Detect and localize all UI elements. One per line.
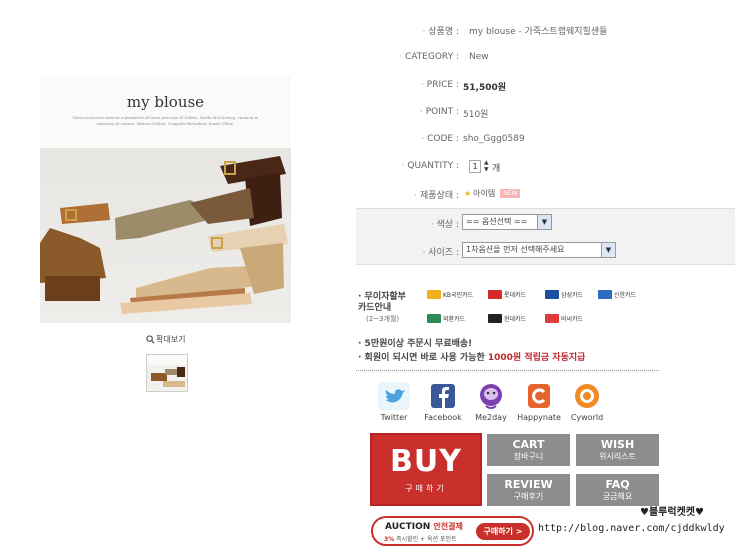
brand-title: my blouse [126,93,205,111]
category-label: CATEGORY : [368,52,459,62]
status-value: 아이템 [473,189,496,198]
faq-sub-label: 궁금해요 [602,492,633,501]
twitter-icon [378,382,410,410]
review-button[interactable]: REVIEW 구매후기 [487,474,570,506]
zoom-label: 확대보기 [156,335,186,344]
member-note-text: · 회원이 되시면 바로 사용 가능한 [358,353,488,363]
card-icon [545,290,559,299]
card-kb: KB국민카드 [427,290,473,299]
share-facebook[interactable]: Facebook [418,382,468,422]
product-thumbnail[interactable] [146,354,188,392]
card-lotte: 롯데카드 [488,290,526,299]
magnifier-icon [146,335,155,344]
product-image[interactable]: my blouse Ginocca teneva reterve a panta… [40,76,291,323]
quantity-input[interactable]: 1 [469,160,481,173]
wish-label: WISH [600,438,635,451]
card-icon [488,314,502,323]
cyworld-label: Cyworld [570,413,604,422]
faq-label: FAQ [605,478,630,491]
watermark: ♥블루럭켓켓♥ [640,507,704,518]
card-icon [598,290,612,299]
share-twitter[interactable]: Twitter [369,382,419,422]
me2day-label: Me2day [475,413,507,422]
status-label: 제품상태 : [368,188,459,201]
share-cyworld[interactable]: Cyworld [562,382,612,422]
facebook-label: Facebook [424,413,462,422]
review-sub-label: 구매후기 [513,492,544,501]
blog-url: http://blog.naver.com/cjddkwldy [538,523,725,534]
shipping-note: · 5만원이상 주문시 무료배송! [358,339,473,349]
cyworld-icon [575,384,599,408]
quantity-label: QUANTITY : [368,161,459,171]
chevron-down-icon: ▼ [537,215,551,229]
auction-title: AUCTION 안전결제 [385,522,463,532]
divider [356,370,659,371]
image-blurb: Ginocca teneva reterve a pantaloni di li… [72,115,259,126]
card-icon [427,314,441,323]
category-value: New [469,52,489,62]
size-label: 사이즈 : [368,245,459,258]
card-icon [488,290,502,299]
card-hyundai: 현대카드 [488,314,526,323]
code-label: CODE : [368,134,459,144]
quantity-unit: 개 [492,164,501,174]
cart-button[interactable]: CART 장바구니 [487,434,570,466]
auction-sub: 3% 즉시할인 + 옥션 포인트 [384,536,457,543]
cart-label: CART [512,438,545,451]
card-icon [427,290,441,299]
quantity-stepper[interactable]: ▲ ▼ [484,159,489,173]
buy-label: BUY [390,444,462,479]
share-happynate[interactable]: Happynate [514,382,564,422]
share-me2day[interactable]: Me2day [466,382,516,422]
color-select-value: == 옵션선택 == [466,217,528,226]
price-value: 51,500원 [463,83,507,93]
twitter-label: Twitter [380,413,408,422]
new-badge: NEW [500,189,521,198]
happynate-icon [528,384,550,408]
card-bc: 비씨카드 [545,314,583,323]
cart-sub-label: 장바구니 [513,452,544,461]
faq-button[interactable]: FAQ 궁금해요 [576,474,659,506]
member-note-highlight: 1000원 적립금 자동지급 [487,353,586,363]
happynate-label: Happynate [517,413,561,422]
star-icon: ★ [464,189,472,198]
price-label: PRICE : [368,80,459,90]
point-value: 510원 [463,110,489,120]
product-status: ★ 아이템 NEW [464,188,521,199]
chevron-down-icon: ▼ [601,243,615,257]
facebook-icon [431,384,455,408]
card-samsung: 삼성카드 [545,290,583,299]
color-select[interactable]: == 옵션선택 == ▼ [462,214,552,230]
name-label: 상품명 : [368,24,459,37]
auction-banner[interactable]: AUCTION 안전결제 3% 즉시할인 + 옥션 포인트 구매하기 > [371,516,534,546]
buy-button[interactable]: BUY 구매하기 [370,433,482,506]
buy-sub-label: 구매하기 [405,484,447,493]
installment-line1: · 무이자할부 [358,292,406,302]
code-value: sho_Ggg0589 [463,134,525,144]
wish-button[interactable]: WISH 위시리스트 [576,434,659,466]
sandals-photo [40,148,291,323]
auction-buy-button[interactable]: 구매하기 > [476,523,530,540]
size-select[interactable]: 1차옵션을 먼저 선택해주세요 ▼ [462,242,616,258]
review-label: REVIEW [504,478,553,491]
product-name: my blouse - 가죽스트랩웨지힐샌들 [469,27,608,37]
zoom-link[interactable]: 확대보기 [146,334,185,345]
installment-sub: (2~3개월) [366,315,400,323]
size-select-value: 1차옵션을 먼저 선택해주세요 [466,245,565,254]
image-header: my blouse Ginocca teneva reterve a panta… [40,76,291,148]
installment-heading: · 무이자할부 카드안내 [358,292,406,314]
options-panel: 색상 : == 옵션선택 == ▼ 사이즈 : 1차옵션을 먼저 선택해주세요 … [356,208,735,265]
card-icon [545,314,559,323]
point-label: POINT : [368,107,459,117]
card-keb: 외환카드 [427,314,465,323]
me2day-icon [480,384,502,409]
color-label: 색상 : [368,217,459,230]
wish-sub-label: 위시리스트 [599,452,636,461]
installment-line2: 카드안내 [358,303,392,313]
member-note: · 회원이 되시면 바로 사용 가능한 1000원 적립금 자동지급 [358,350,585,363]
card-shinhan: 신한카드 [598,290,636,299]
